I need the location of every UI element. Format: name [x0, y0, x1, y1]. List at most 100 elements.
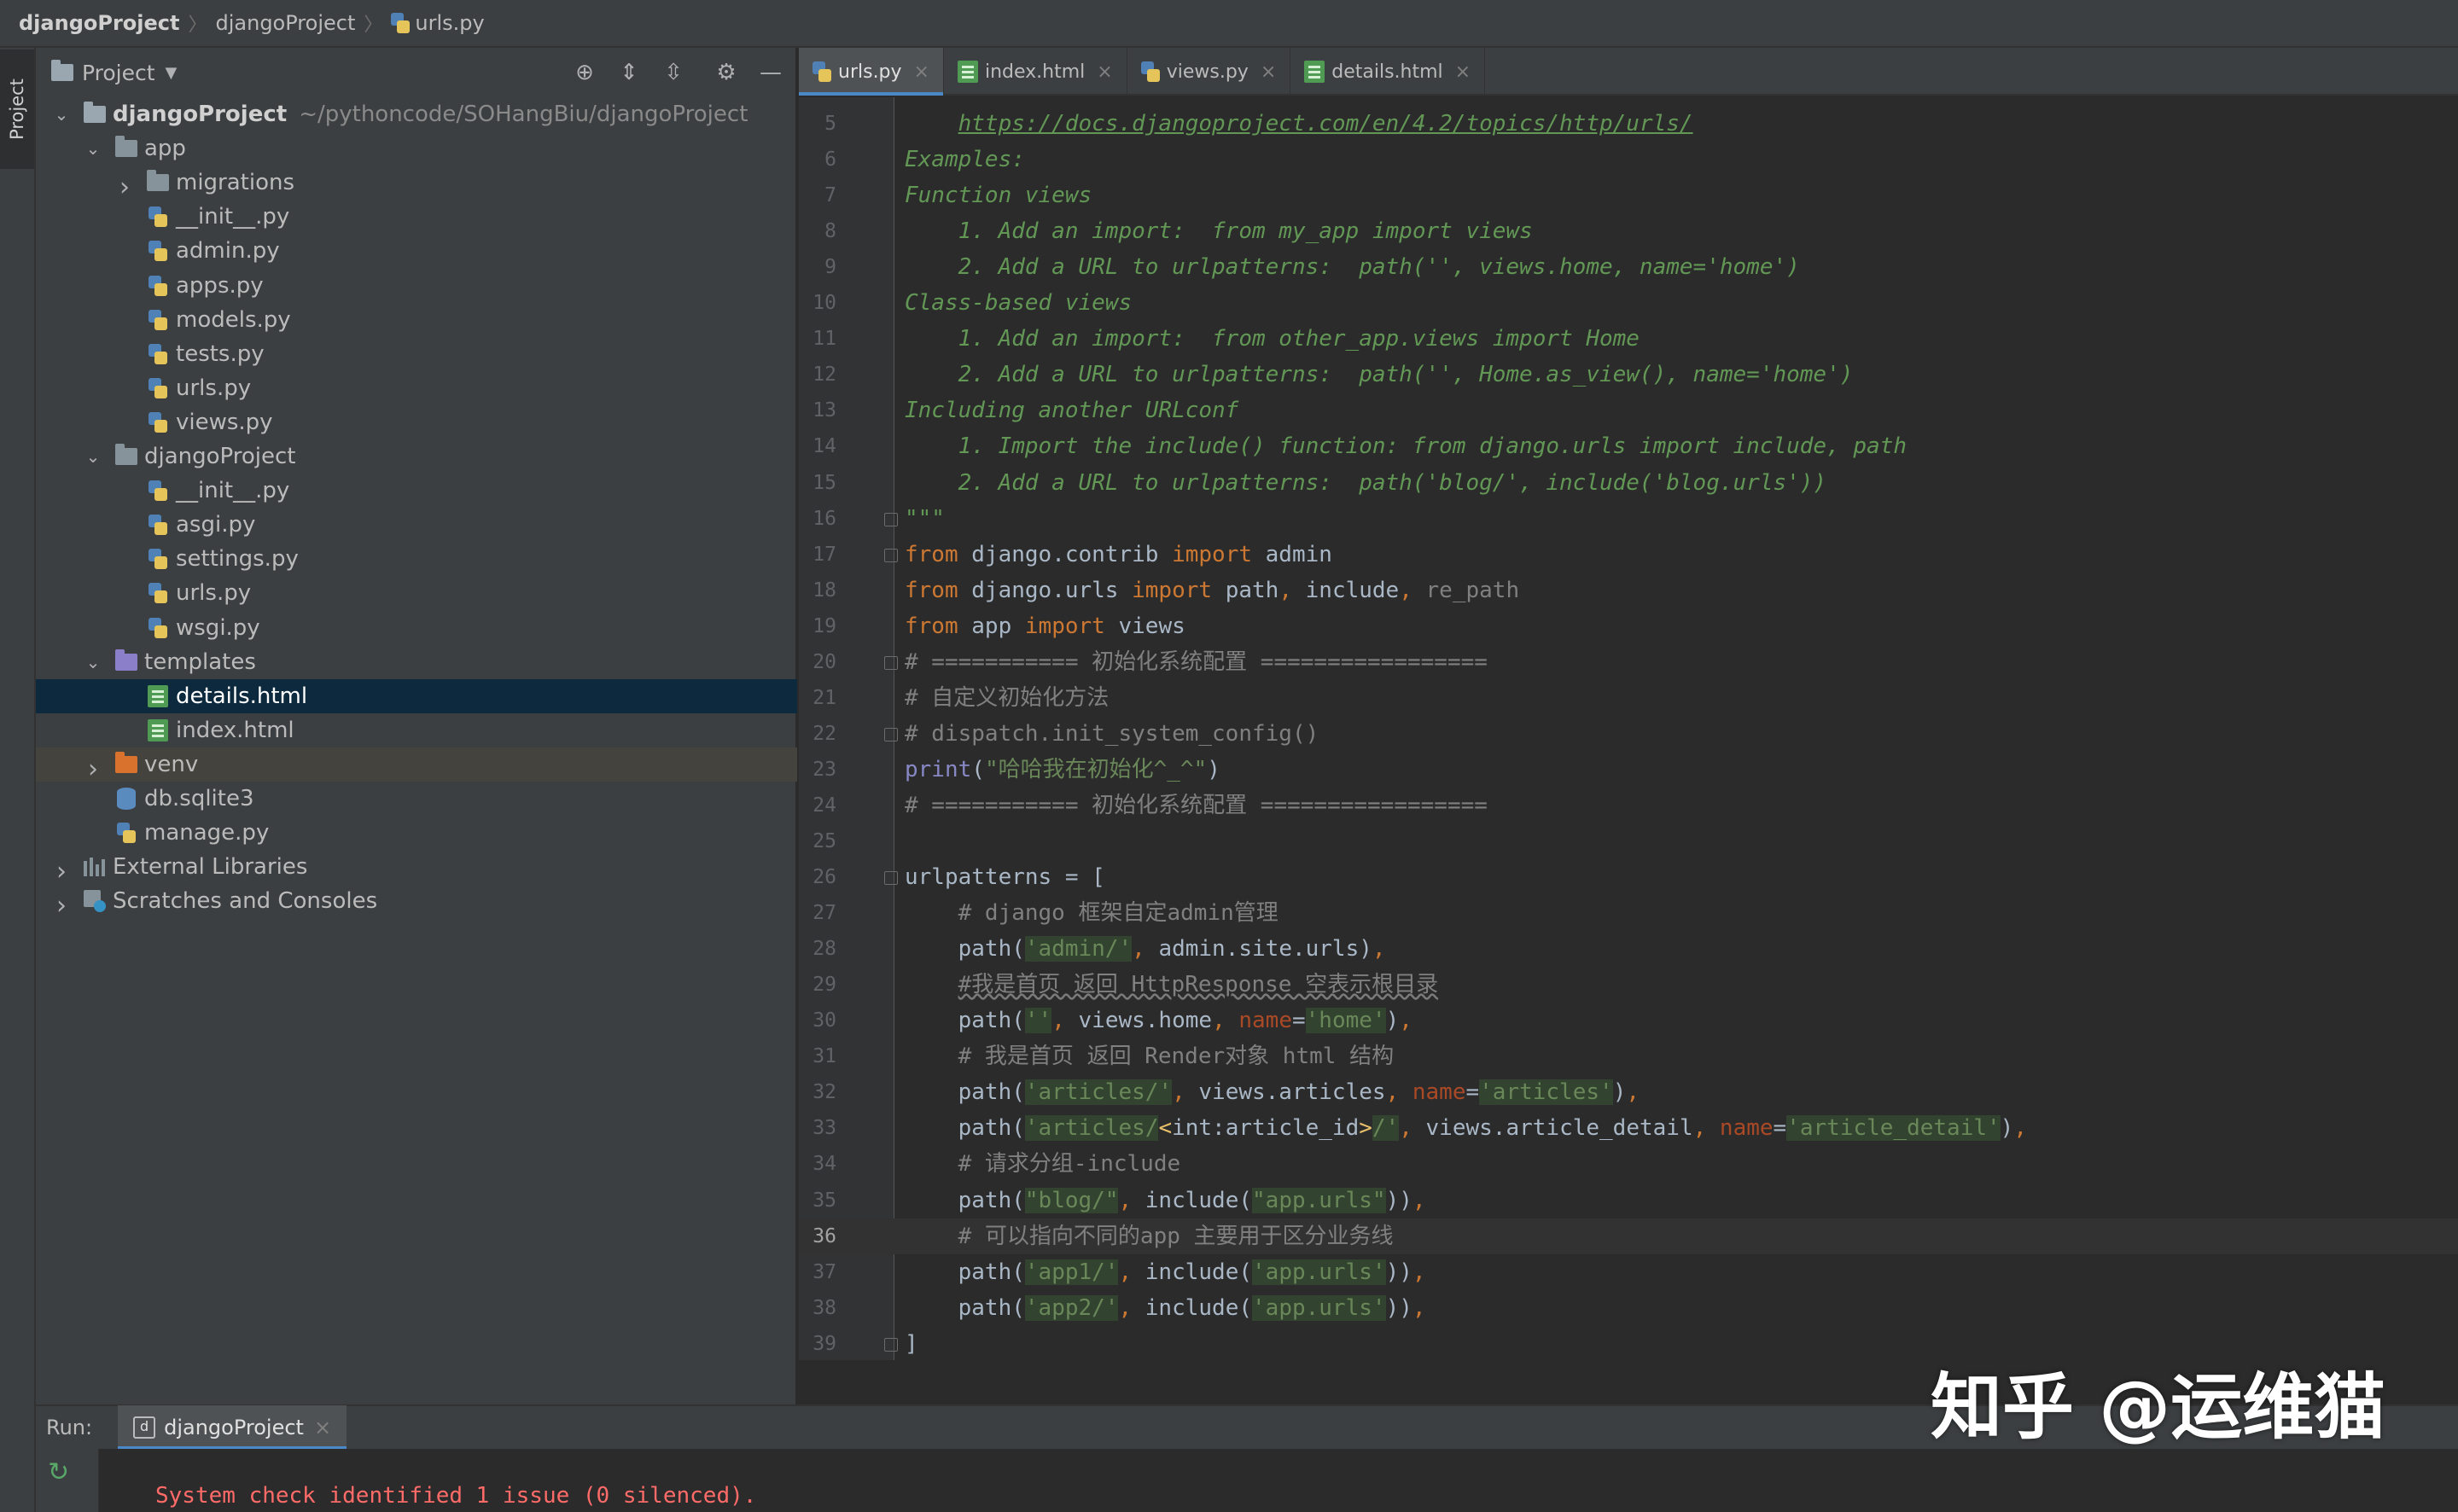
code-line[interactable]: 15 2. Add a URL to urlpatterns: path('bl…: [799, 465, 2458, 501]
tree-item-label: __init__.py: [176, 478, 290, 503]
tree-item-djangoproject[interactable]: ⌄ djangoProject: [36, 439, 797, 474]
project-view-selector[interactable]: Project: [82, 61, 155, 85]
rerun-icon[interactable]: ↻: [48, 1457, 69, 1487]
chevron-right-icon[interactable]: ›: [83, 754, 103, 784]
editor-tab-views-py[interactable]: views.py ×: [1127, 48, 1291, 96]
fold-marker-icon[interactable]: [884, 549, 898, 562]
close-icon[interactable]: ×: [914, 61, 929, 83]
code-line[interactable]: 18 from django.urls import path, include,…: [799, 573, 2458, 608]
tree-item-tests-py[interactable]: tests.py: [36, 337, 797, 371]
close-icon[interactable]: ×: [314, 1416, 331, 1439]
code-line[interactable]: 7 Function views: [799, 177, 2458, 213]
code-line[interactable]: 34 # 请求分组-include: [799, 1146, 2458, 1182]
code-line[interactable]: 31 # 我是首页 返回 Render对象 html 结构: [799, 1038, 2458, 1074]
tree-item-external-libraries[interactable]: › External Libraries: [36, 850, 797, 887]
code-line[interactable]: 14 1. Import the include() function: fro…: [799, 428, 2458, 464]
fold-marker-icon[interactable]: [884, 728, 898, 741]
code-token: =: [1292, 1008, 1306, 1033]
editor-tab-urls-py[interactable]: urls.py ×: [799, 48, 944, 96]
fold-marker-icon[interactable]: [884, 871, 898, 885]
tree-item-apps-py[interactable]: apps.py: [36, 269, 797, 303]
tree-item-views-py[interactable]: views.py: [36, 405, 797, 439]
chevron-down-icon[interactable]: ⌄: [83, 138, 103, 159]
breadcrumb-file[interactable]: urls.py: [391, 11, 485, 35]
fold-marker-icon[interactable]: [884, 1338, 898, 1352]
code-line[interactable]: 10 Class-based views: [799, 285, 2458, 321]
chevron-right-icon[interactable]: ›: [51, 891, 72, 921]
tree-item-models-py[interactable]: models.py: [36, 303, 797, 337]
tree-item-init-py[interactable]: __init__.py: [36, 474, 797, 508]
tree-item-index-html[interactable]: index.html: [36, 713, 797, 747]
tree-item-admin-py[interactable]: admin.py: [36, 234, 797, 268]
code-line[interactable]: 13 Including another URLconf: [799, 393, 2458, 428]
code-line[interactable]: 23 print("哈哈我在初始化^_^"): [799, 752, 2458, 788]
code-line[interactable]: 26 urlpatterns = [: [799, 859, 2458, 895]
code-line[interactable]: 16 """: [799, 501, 2458, 537]
expand-all-icon[interactable]: ⇕: [616, 60, 642, 85]
code-line[interactable]: 24 # =========== 初始化系统配置 ================…: [799, 788, 2458, 823]
fold-marker-icon[interactable]: [884, 513, 898, 526]
locate-icon[interactable]: ⊕: [572, 60, 597, 85]
tree-item-venv[interactable]: › venv: [36, 747, 797, 784]
code-line[interactable]: 20 # =========== 初始化系统配置 ================…: [799, 644, 2458, 680]
code-line[interactable]: 8 1. Add an import: from my_app import v…: [799, 213, 2458, 249]
chevron-down-icon[interactable]: ⌄: [83, 446, 103, 467]
tree-item-djangoproject[interactable]: ⌄ djangoProject ~/pythoncode/SOHangBiu/dja…: [36, 97, 797, 131]
code-line[interactable]: 17 from django.contrib import admin: [799, 537, 2458, 573]
chevron-right-icon[interactable]: ›: [51, 857, 72, 887]
tree-item-details-html[interactable]: details.html: [36, 679, 797, 713]
chevron-down-icon[interactable]: ⌄: [51, 104, 72, 125]
code-line[interactable]: 38 path('app2/', include('app.urls')),: [799, 1290, 2458, 1326]
chevron-down-icon[interactable]: ⌄: [83, 652, 103, 672]
code-line[interactable]: 6 Examples:: [799, 142, 2458, 177]
code-line[interactable]: 29 #我是首页 返回 HttpResponse 空表示根目录: [799, 967, 2458, 1003]
scratches-icon: [82, 889, 108, 913]
close-icon[interactable]: ×: [1261, 61, 1276, 83]
settings-gear-icon[interactable]: ⚙: [714, 60, 739, 85]
hide-minus-icon[interactable]: —: [758, 60, 783, 85]
code-line[interactable]: 32 path('articles/', views.articles, nam…: [799, 1074, 2458, 1110]
code-line[interactable]: 30 path('', views.home, name='home'),: [799, 1003, 2458, 1038]
code-line[interactable]: 22 # dispatch.init_system_config(): [799, 716, 2458, 752]
tree-item-manage-py[interactable]: manage.py: [36, 816, 797, 850]
close-icon[interactable]: ×: [1455, 61, 1471, 83]
code-line[interactable]: 5 https://docs.djangoproject.com/en/4.2/…: [799, 106, 2458, 142]
code-line[interactable]: 36 # 可以指向不同的app 主要用于区分业务线: [799, 1218, 2458, 1254]
line-number: 5: [824, 113, 836, 135]
code-line[interactable]: 27 # django 框架自定admin管理: [799, 895, 2458, 931]
close-icon[interactable]: ×: [1097, 61, 1112, 83]
code-line[interactable]: 11 1. Add an import: from other_app.view…: [799, 321, 2458, 357]
editor-tab-index-html[interactable]: index.html ×: [944, 48, 1127, 96]
chevron-right-icon[interactable]: ›: [114, 172, 135, 202]
tree-item-wsgi-py[interactable]: wsgi.py: [36, 611, 797, 645]
code-line[interactable]: 37 path('app1/', include('app.urls')),: [799, 1254, 2458, 1290]
code-token: 1. Add an import: from my_app import vie…: [905, 218, 1533, 244]
breadcrumb-package[interactable]: djangoProject: [216, 11, 356, 35]
code-line[interactable]: 19 from app import views: [799, 608, 2458, 644]
tree-item-templates[interactable]: ⌄ templates: [36, 645, 797, 679]
tree-item-migrations[interactable]: › migrations: [36, 166, 797, 202]
tree-item-settings-py[interactable]: settings.py: [36, 542, 797, 576]
collapse-all-icon[interactable]: ⇳: [661, 60, 686, 85]
chevron-down-icon[interactable]: ▼: [166, 64, 178, 82]
tree-item-asgi-py[interactable]: asgi.py: [36, 508, 797, 542]
tree-item-scratches-and-consoles[interactable]: › Scratches and Consoles: [36, 884, 797, 921]
fold-marker-icon[interactable]: [884, 656, 898, 670]
code-line[interactable]: 33 path('articles/<int:article_id>/', vi…: [799, 1110, 2458, 1146]
run-tab-django-project[interactable]: d djangoProject ×: [118, 1405, 347, 1450]
code-line[interactable]: 35 path("blog/", include("app.urls")),: [799, 1183, 2458, 1218]
tree-item-urls-py[interactable]: urls.py: [36, 576, 797, 610]
code-line[interactable]: 25: [799, 823, 2458, 859]
breadcrumb-project[interactable]: djangoProject: [19, 11, 179, 35]
tree-item-db-sqlite3[interactable]: db.sqlite3: [36, 782, 797, 816]
tree-item-label: app: [144, 136, 186, 161]
code-line[interactable]: 12 2. Add a URL to urlpatterns: path('',…: [799, 357, 2458, 393]
code-line[interactable]: 28 path('admin/', admin.site.urls),: [799, 931, 2458, 967]
tree-item-init-py[interactable]: __init__.py: [36, 200, 797, 234]
code-line[interactable]: 21 # 自定义初始化方法: [799, 680, 2458, 716]
project-tool-window-button[interactable]: Project: [0, 49, 34, 169]
code-line[interactable]: 9 2. Add a URL to urlpatterns: path('', …: [799, 249, 2458, 285]
editor-tab-details-html[interactable]: details.html ×: [1290, 48, 1486, 96]
tree-item-urls-py[interactable]: urls.py: [36, 371, 797, 405]
tree-item-app[interactable]: ⌄ app: [36, 131, 797, 166]
